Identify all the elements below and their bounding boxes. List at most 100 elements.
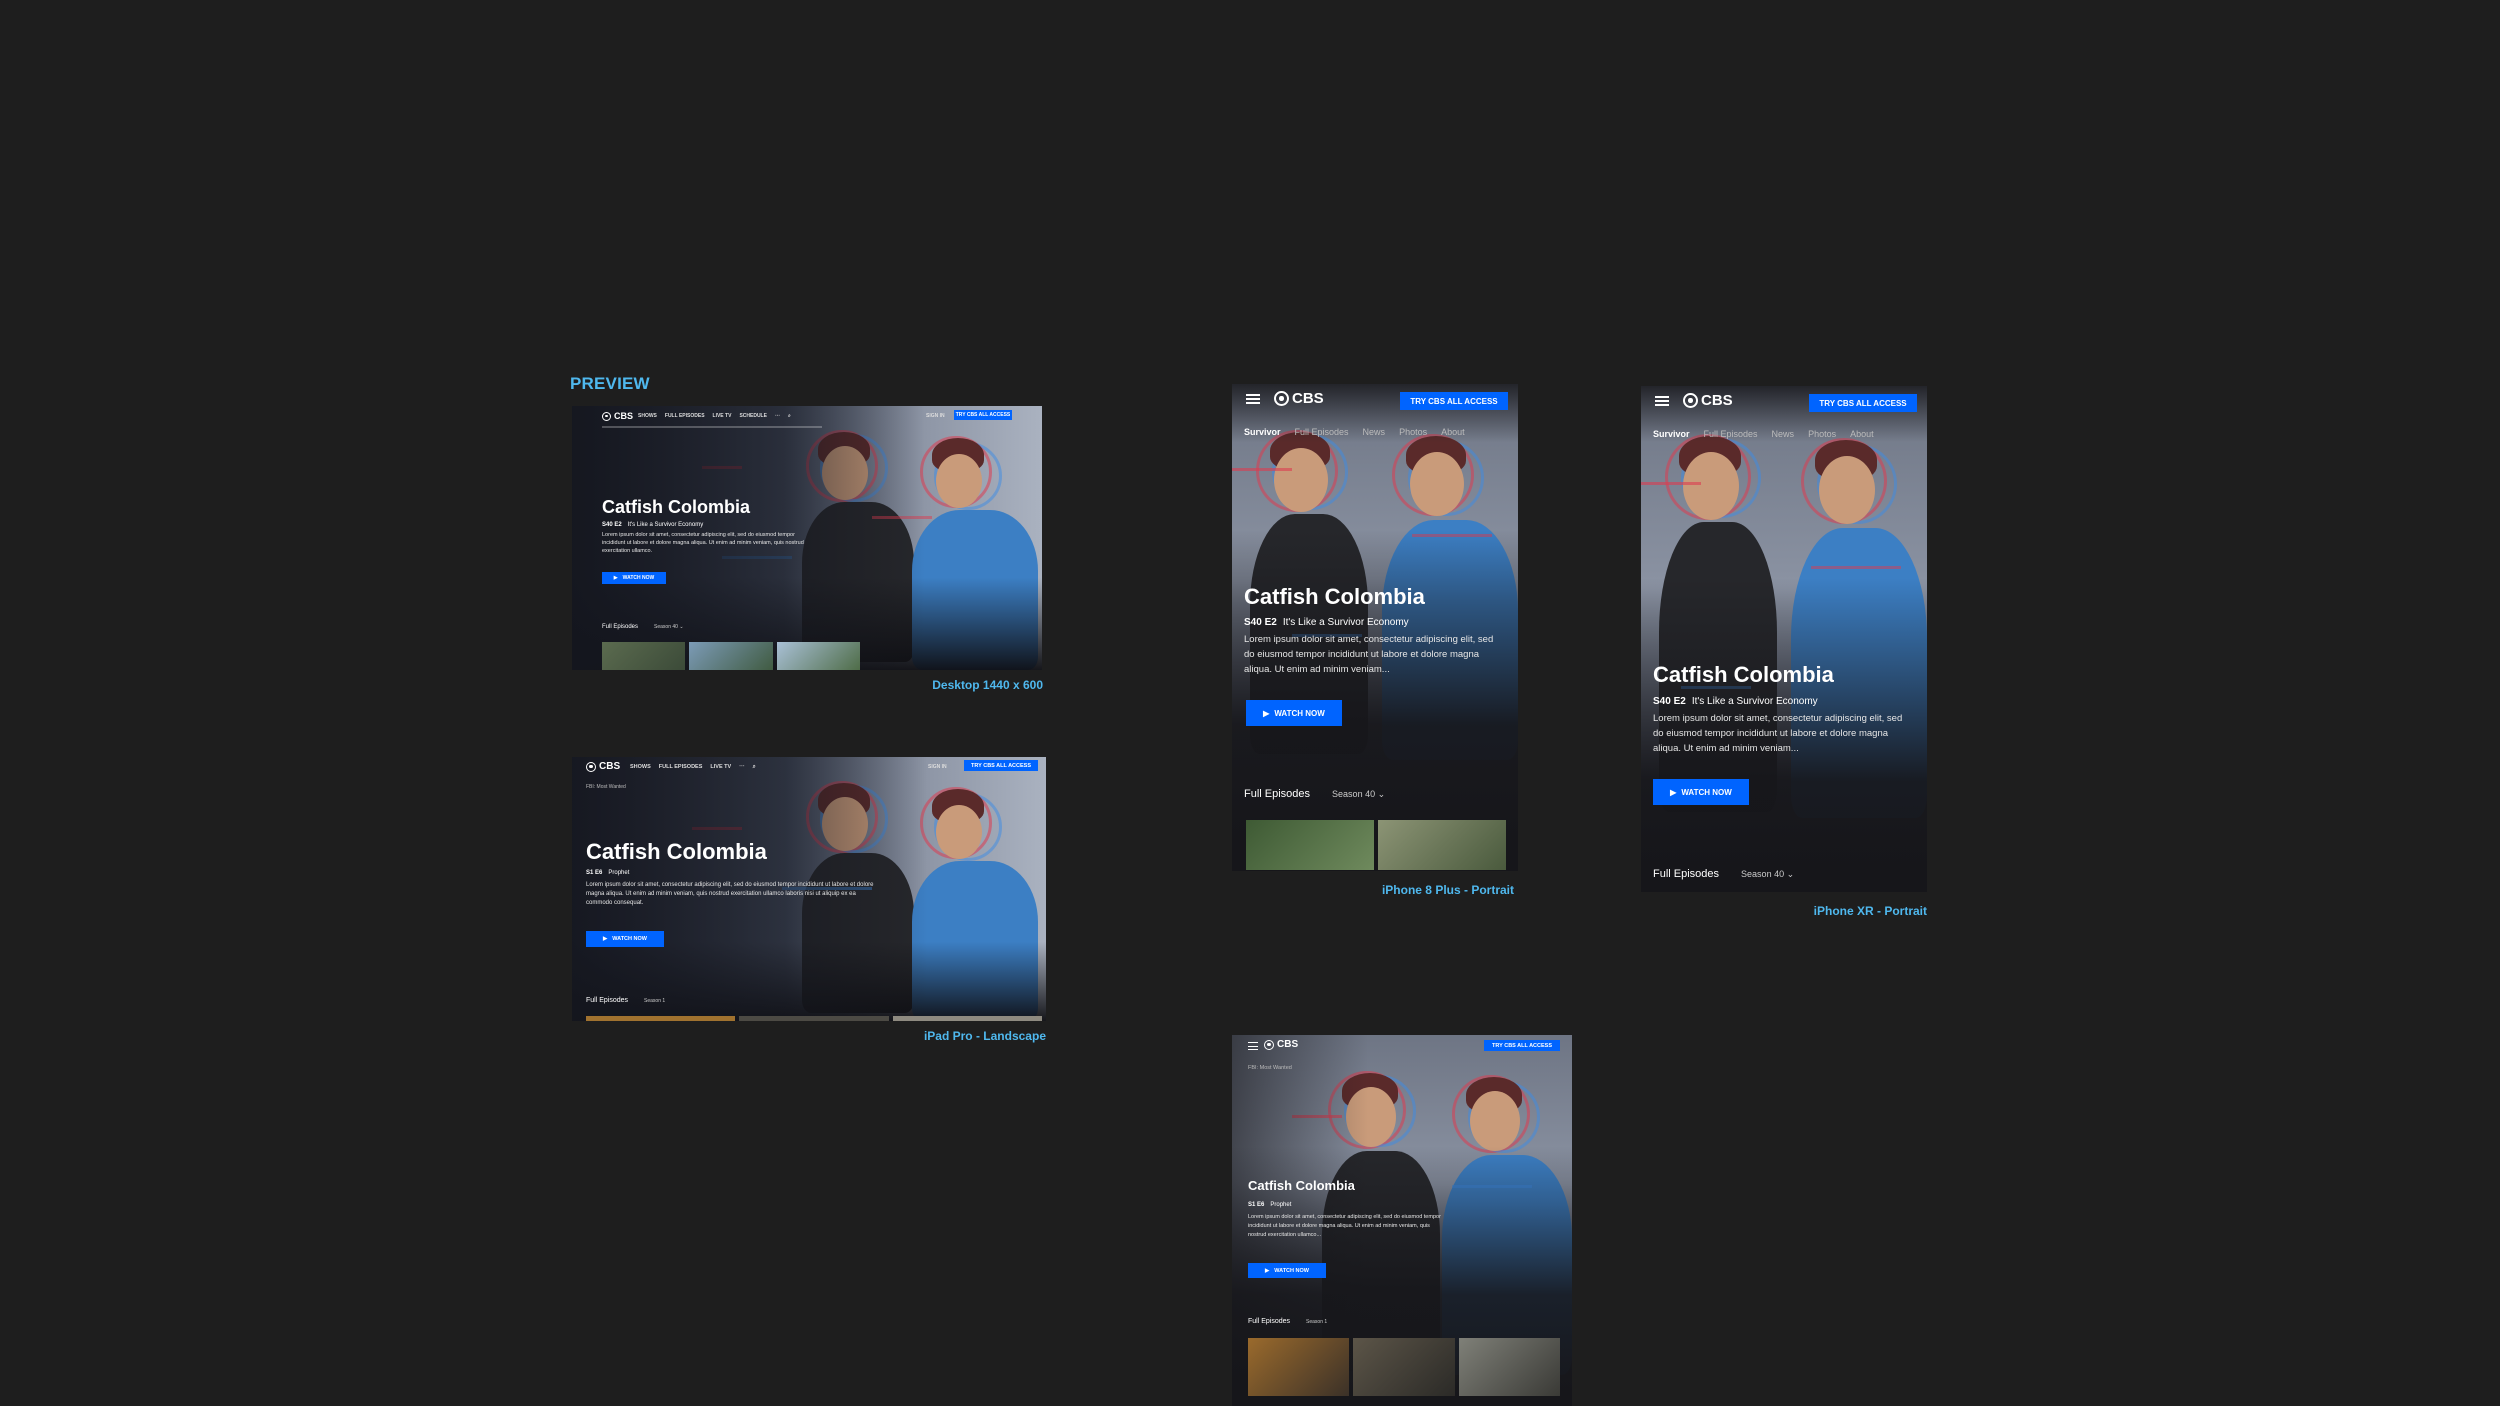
iphone-8-plus-preview: CBS TRY CBS ALL ACCESS Survivor Full Epi… [1232,384,1518,871]
cbs-logo[interactable]: CBS [1683,392,1733,409]
sign-in-link[interactable]: SIGN IN [928,764,947,770]
cbs-logo[interactable]: CBS [1274,390,1324,407]
show-title: Catfish Colombia [1653,662,1834,687]
try-cbs-all-access-button[interactable]: TRY CBS ALL ACCESS [1484,1040,1560,1051]
nav-live-tv[interactable]: LIVE TV [713,413,732,419]
episode-thumbnail[interactable] [586,1016,736,1021]
nav-shows[interactable]: SHOWS [638,413,657,419]
search-icon[interactable]: ⌕ [788,413,791,419]
main-nav: SHOWS FULL EPISODES LIVE TV SCHEDULE ⋯ ⌕ [638,413,791,419]
episode-thumbnail[interactable] [1248,1338,1350,1396]
tab-photos[interactable]: Photos [1808,429,1836,439]
watch-now-button[interactable]: ▶ WATCH NOW [602,572,666,584]
season-dropdown[interactable]: Season 40 ⌄ [1332,789,1385,800]
try-cbs-all-access-button[interactable]: TRY CBS ALL ACCESS [1809,394,1917,412]
try-cbs-all-access-button[interactable]: TRY CBS ALL ACCESS [964,760,1038,771]
episode-title: It's Like a Survivor Economy [627,522,704,528]
episode-title: Prophet [608,870,630,876]
episode-code: S40 E2 [602,522,622,528]
cbs-eye-logo-icon [602,411,611,421]
episode-description: Lorem ipsum dolor sit amet, consectetur … [602,532,804,554]
episode-thumbnail[interactable] [1378,820,1506,870]
ipad-landscape-caption: iPad Pro - Landscape [923,1029,1046,1043]
episode-thumbnail[interactable] [689,642,773,670]
iphone-xr-caption: iPhone XR - Portrait [1813,904,1927,918]
episode-description: Lorem ipsum dolor sit amet, consectetur … [1248,1214,1441,1238]
try-cbs-all-access-button[interactable]: TRY CBS ALL ACCESS [1400,392,1508,410]
show-title: Catfish Colombia [602,497,751,517]
episode-thumbnail[interactable] [776,642,860,670]
tab-full-episodes[interactable]: Full Episodes [1295,427,1349,437]
try-cbs-all-access-button[interactable]: TRY CBS ALL ACCESS [954,410,1012,420]
iphone-8-plus-caption: iPhone 8 Plus - Portrait [1381,883,1514,897]
watch-now-button[interactable]: ▶ WATCH NOW [1248,1263,1326,1278]
episode-thumbnail[interactable] [1353,1338,1455,1396]
tab-news[interactable]: News [1772,429,1795,439]
subnav-show-name[interactable]: FBI: Most Wanted [1248,1065,1292,1071]
cbs-logo[interactable]: CBS [602,411,633,421]
season-dropdown[interactable]: Season 40 ⌄ [654,624,684,630]
hamburger-menu-icon[interactable] [1246,394,1260,404]
tab-photos[interactable]: Photos [1399,427,1427,437]
full-episodes-label: Full Episodes [1248,1318,1291,1325]
desktop-caption: Desktop 1440 x 600 [932,678,1043,692]
show-subnav: FBI: Most Wanted [1248,1065,1292,1071]
episode-description: Lorem ipsum dolor sit amet, consectetur … [1653,713,1903,754]
episode-thumbnail[interactable] [739,1016,889,1021]
tab-about[interactable]: About [1850,429,1874,439]
episode-title: It's Like a Survivor Economy [1282,617,1409,628]
show-tabs: Survivor Full Episodes News Photos About [1244,427,1465,437]
cbs-logo[interactable]: CBS [1264,1039,1298,1050]
cbs-eye-logo-icon [586,761,596,772]
nav-live-tv[interactable]: LIVE TV [710,764,731,771]
full-episodes-label: Full Episodes [1653,868,1720,880]
nav-full-episodes[interactable]: FULL EPISODES [665,413,705,419]
tab-news[interactable]: News [1363,427,1386,437]
chevron-down-icon: ⌄ [1786,869,1795,879]
hamburger-menu-icon[interactable] [1248,1042,1258,1050]
nav-full-episodes[interactable]: FULL EPISODES [659,764,703,771]
episode-code: S1 E6 [586,870,603,876]
episode-meta: S40 E2 It's Like a Survivor Economy [1653,696,1818,707]
nav-schedule[interactable]: SCHEDULE [739,413,767,419]
sign-in-link[interactable]: SIGN IN [926,413,945,419]
play-icon: ▶ [1670,787,1677,797]
subnav-show-name[interactable]: FBI: Most Wanted [586,784,626,790]
search-icon[interactable]: ⌕ [753,764,756,771]
episode-code: S40 E2 [1244,617,1277,628]
tab-survivor[interactable]: Survivor [1244,427,1281,437]
show-title: Catfish Colombia [1244,584,1425,609]
full-episodes-header: Full Episodes Season 1 [1248,1318,1327,1325]
hamburger-menu-icon[interactable] [1655,396,1669,406]
chevron-down-icon: ⌄ [1377,789,1386,799]
episode-code: S1 E6 [1248,1202,1265,1208]
episode-meta: S40 E2 It's Like a Survivor Economy [1244,617,1409,628]
episode-code: S40 E2 [1653,696,1686,707]
show-tabs: Survivor Full Episodes News Photos About [1653,429,1874,439]
episode-thumbnail[interactable] [602,642,686,670]
full-episodes-header: Full Episodes Season 40 ⌄ [1653,868,1794,880]
episode-thumbnail[interactable] [892,1016,1042,1021]
episode-title: Prophet [1270,1202,1292,1208]
season-dropdown[interactable]: Season 40 ⌄ [1741,869,1794,880]
episode-thumbnail[interactable] [1246,820,1374,870]
season-dropdown[interactable]: Season 1 [644,998,665,1004]
watch-now-button[interactable]: ▶ WATCH NOW [586,931,664,947]
more-icon[interactable]: ⋯ [775,413,780,419]
tab-about[interactable]: About [1441,427,1465,437]
episode-meta: S1 E6 Prophet [586,870,629,876]
season-dropdown[interactable]: Season 1 [1306,1319,1327,1325]
nav-shows[interactable]: SHOWS [630,764,651,771]
watch-now-button[interactable]: ▶ WATCH NOW [1653,779,1749,805]
full-episodes-label: Full Episodes [1244,788,1311,800]
episode-meta: S1 E6 Prophet [1248,1202,1291,1208]
tab-survivor[interactable]: Survivor [1653,429,1690,439]
episode-thumbnails [1246,820,1506,870]
watch-now-button[interactable]: ▶ WATCH NOW [1246,700,1342,726]
episode-thumbnail[interactable] [1458,1338,1560,1396]
play-icon: ▶ [1263,708,1270,718]
ipad-landscape-preview: CBS SHOWS FULL EPISODES LIVE TV ⋯ ⌕ SIGN… [572,757,1046,1021]
cbs-logo[interactable]: CBS [586,761,620,772]
tab-full-episodes[interactable]: Full Episodes [1704,429,1758,439]
more-icon[interactable]: ⋯ [739,764,745,771]
